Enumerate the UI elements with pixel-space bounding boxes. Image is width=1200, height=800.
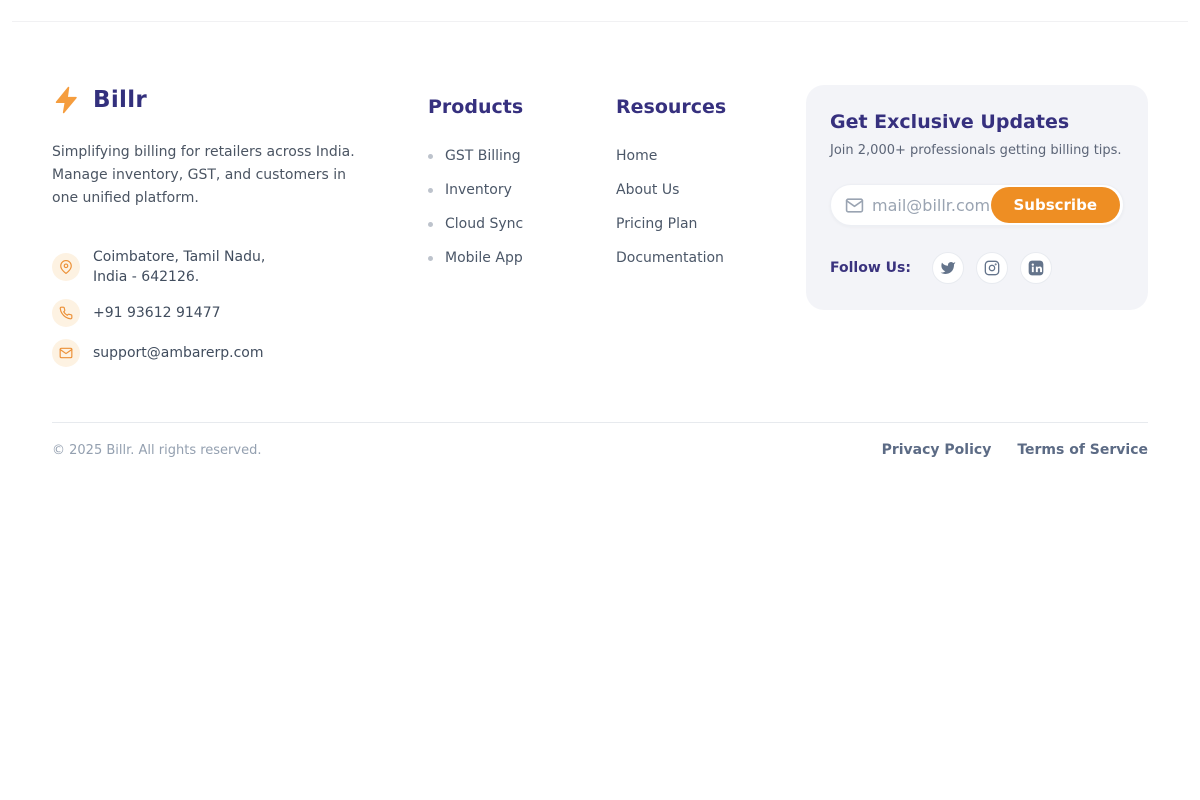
product-link-mobile-app[interactable]: Mobile App [428,250,616,266]
bottom-bar: © 2025 Billr. All rights reserved. Priva… [52,423,1148,458]
contact-email: support@ambarerp.com [52,339,392,367]
subscribe-button[interactable]: Subscribe [991,187,1121,223]
twitter-icon [940,260,956,276]
products-title: Products [428,96,616,118]
brand-tagline: Simplifying billing for retailers across… [52,141,368,210]
contact-phone: +91 93612 91477 [52,299,392,327]
instagram-button[interactable] [976,252,1008,284]
newsletter-card: Get Exclusive Updates Join 2,000+ profes… [806,85,1148,310]
email-text: support@ambarerp.com [93,343,264,363]
address-line-1: Coimbatore, Tamil Nadu, [93,249,265,265]
phone-text: +91 93612 91477 [93,303,221,323]
bottom-links: Privacy Policy Terms of Service [882,442,1148,458]
resources-title: Resources [616,96,806,118]
linkedin-icon [1028,260,1044,276]
link-label: Pricing Plan [616,216,697,232]
contact-address: Coimbatore, Tamil Nadu, India - 642126. [52,247,392,287]
product-link-inventory[interactable]: Inventory [428,182,616,198]
link-label: Home [616,148,657,164]
phone-icon [52,299,80,327]
terms-of-service-link[interactable]: Terms of Service [1017,442,1148,458]
bullet-dot [428,256,433,261]
follow-row: Follow Us: [830,252,1124,284]
location-pin-icon [52,253,80,281]
resources-list: Home About Us Pricing Plan Documentation [616,148,806,266]
product-link-gst-billing[interactable]: GST Billing [428,148,616,164]
brand-logo: Billr [52,85,392,115]
products-list: GST Billing Inventory Cloud Sync Mobile … [428,148,616,266]
resource-link-documentation[interactable]: Documentation [616,250,806,266]
subscribe-form: Subscribe [830,184,1124,226]
resources-column: Resources Home About Us Pricing Plan Doc… [616,85,806,266]
link-label: Mobile App [445,250,523,266]
resource-link-pricing-plan[interactable]: Pricing Plan [616,216,806,232]
follow-label: Follow Us: [830,260,911,276]
link-label: Inventory [445,182,512,198]
products-column: Products GST Billing Inventory Cloud Syn… [428,85,616,266]
instagram-icon [984,260,1000,276]
bullet-dot [428,188,433,193]
resource-link-home[interactable]: Home [616,148,806,164]
privacy-policy-link[interactable]: Privacy Policy [882,442,992,458]
address-line-2: India - 642126. [93,269,199,285]
linkedin-button[interactable] [1020,252,1052,284]
copyright-text: © 2025 Billr. All rights reserved. [52,443,261,458]
link-label: About Us [616,182,679,198]
envelope-icon [52,339,80,367]
link-label: Cloud Sync [445,216,523,232]
twitter-button[interactable] [932,252,964,284]
brand-name: Billr [93,87,147,113]
product-link-cloud-sync[interactable]: Cloud Sync [428,216,616,232]
mail-icon [845,196,864,215]
footer-grid: Billr Simplifying billing for retailers … [52,85,1148,367]
link-label: Documentation [616,250,724,266]
bullet-dot [428,222,433,227]
newsletter-subtitle: Join 2,000+ professionals getting billin… [830,143,1124,158]
resource-link-about-us[interactable]: About Us [616,182,806,198]
footer: Billr Simplifying billing for retailers … [52,22,1148,458]
newsletter-title: Get Exclusive Updates [830,111,1124,133]
bullet-dot [428,154,433,159]
link-label: GST Billing [445,148,521,164]
bolt-icon [52,85,82,115]
address-text: Coimbatore, Tamil Nadu, India - 642126. [93,247,265,287]
brand-column: Billr Simplifying billing for retailers … [52,85,392,367]
social-list [932,252,1052,284]
contact-list: Coimbatore, Tamil Nadu, India - 642126. … [52,247,392,367]
